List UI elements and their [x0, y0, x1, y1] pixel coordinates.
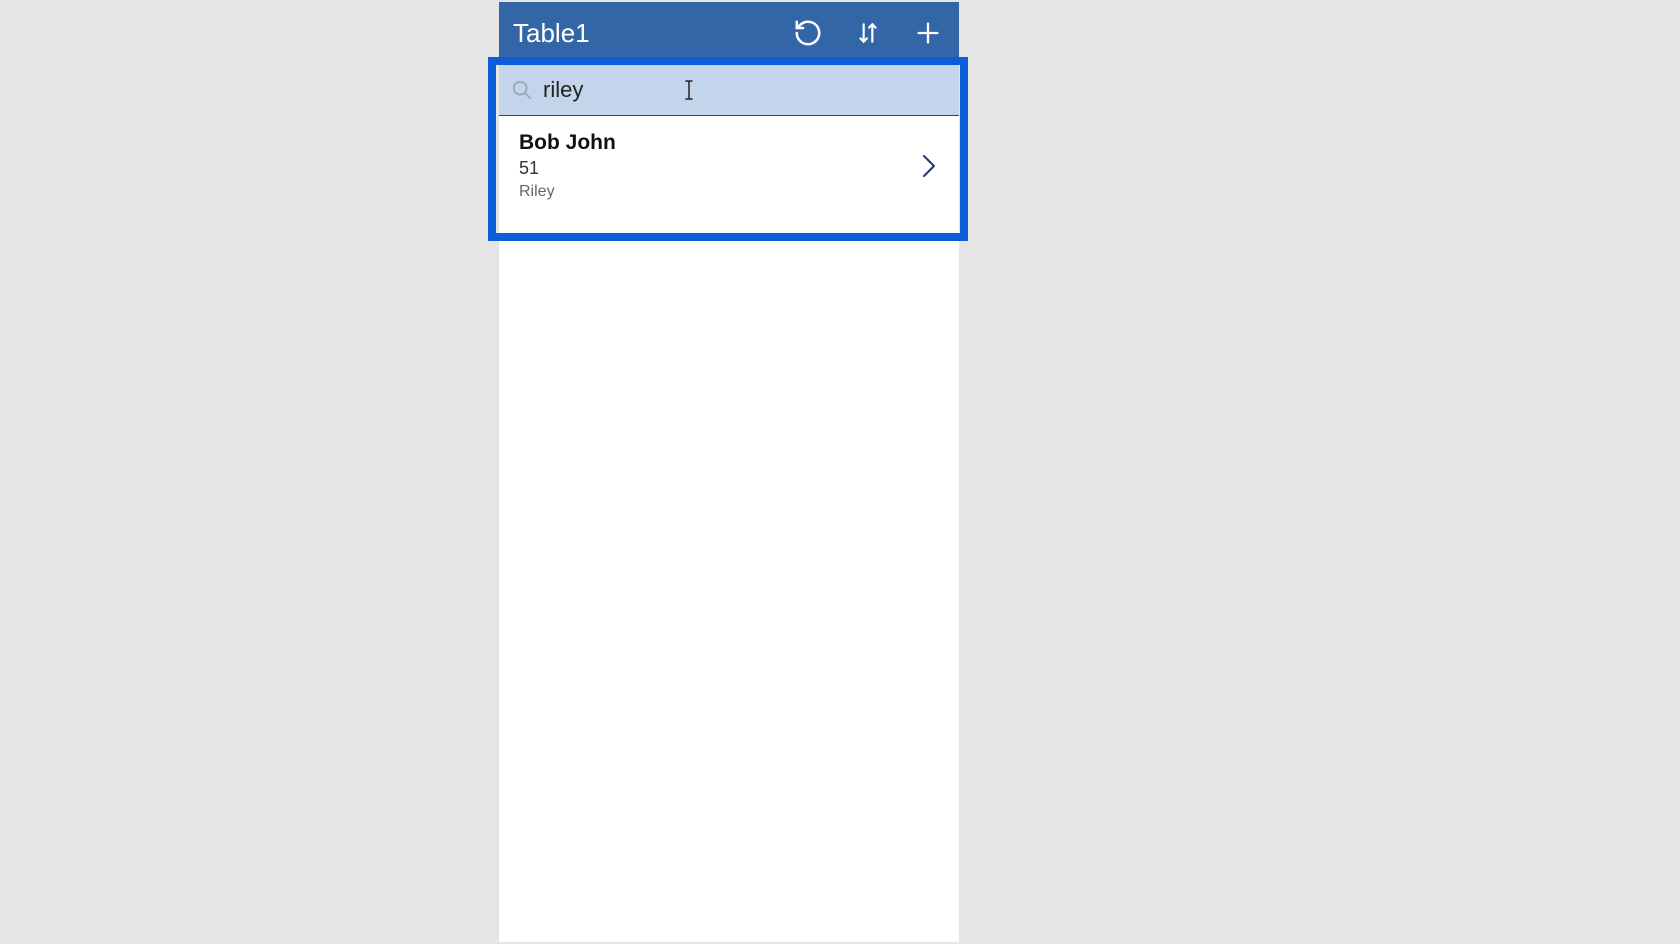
header-bar: Table1	[499, 2, 959, 64]
list-item-sub1: 51	[519, 156, 917, 180]
sort-button[interactable]	[851, 16, 885, 50]
search-input[interactable]	[537, 73, 947, 107]
refresh-icon	[793, 18, 823, 48]
add-button[interactable]	[911, 16, 945, 50]
search-icon	[507, 79, 537, 101]
plus-icon	[914, 19, 942, 47]
page-title: Table1	[513, 18, 791, 49]
list-item[interactable]: Bob John 51 Riley	[499, 116, 959, 214]
app-screen: Table1	[499, 2, 959, 942]
header-actions	[791, 16, 947, 50]
refresh-button[interactable]	[791, 16, 825, 50]
list-item-text: Bob John 51 Riley	[519, 130, 917, 202]
sort-icon	[855, 18, 881, 48]
list-item-name: Bob John	[519, 130, 917, 156]
list-item-sub2: Riley	[519, 181, 917, 203]
chevron-right-icon	[917, 151, 941, 181]
search-row[interactable]	[499, 64, 959, 116]
